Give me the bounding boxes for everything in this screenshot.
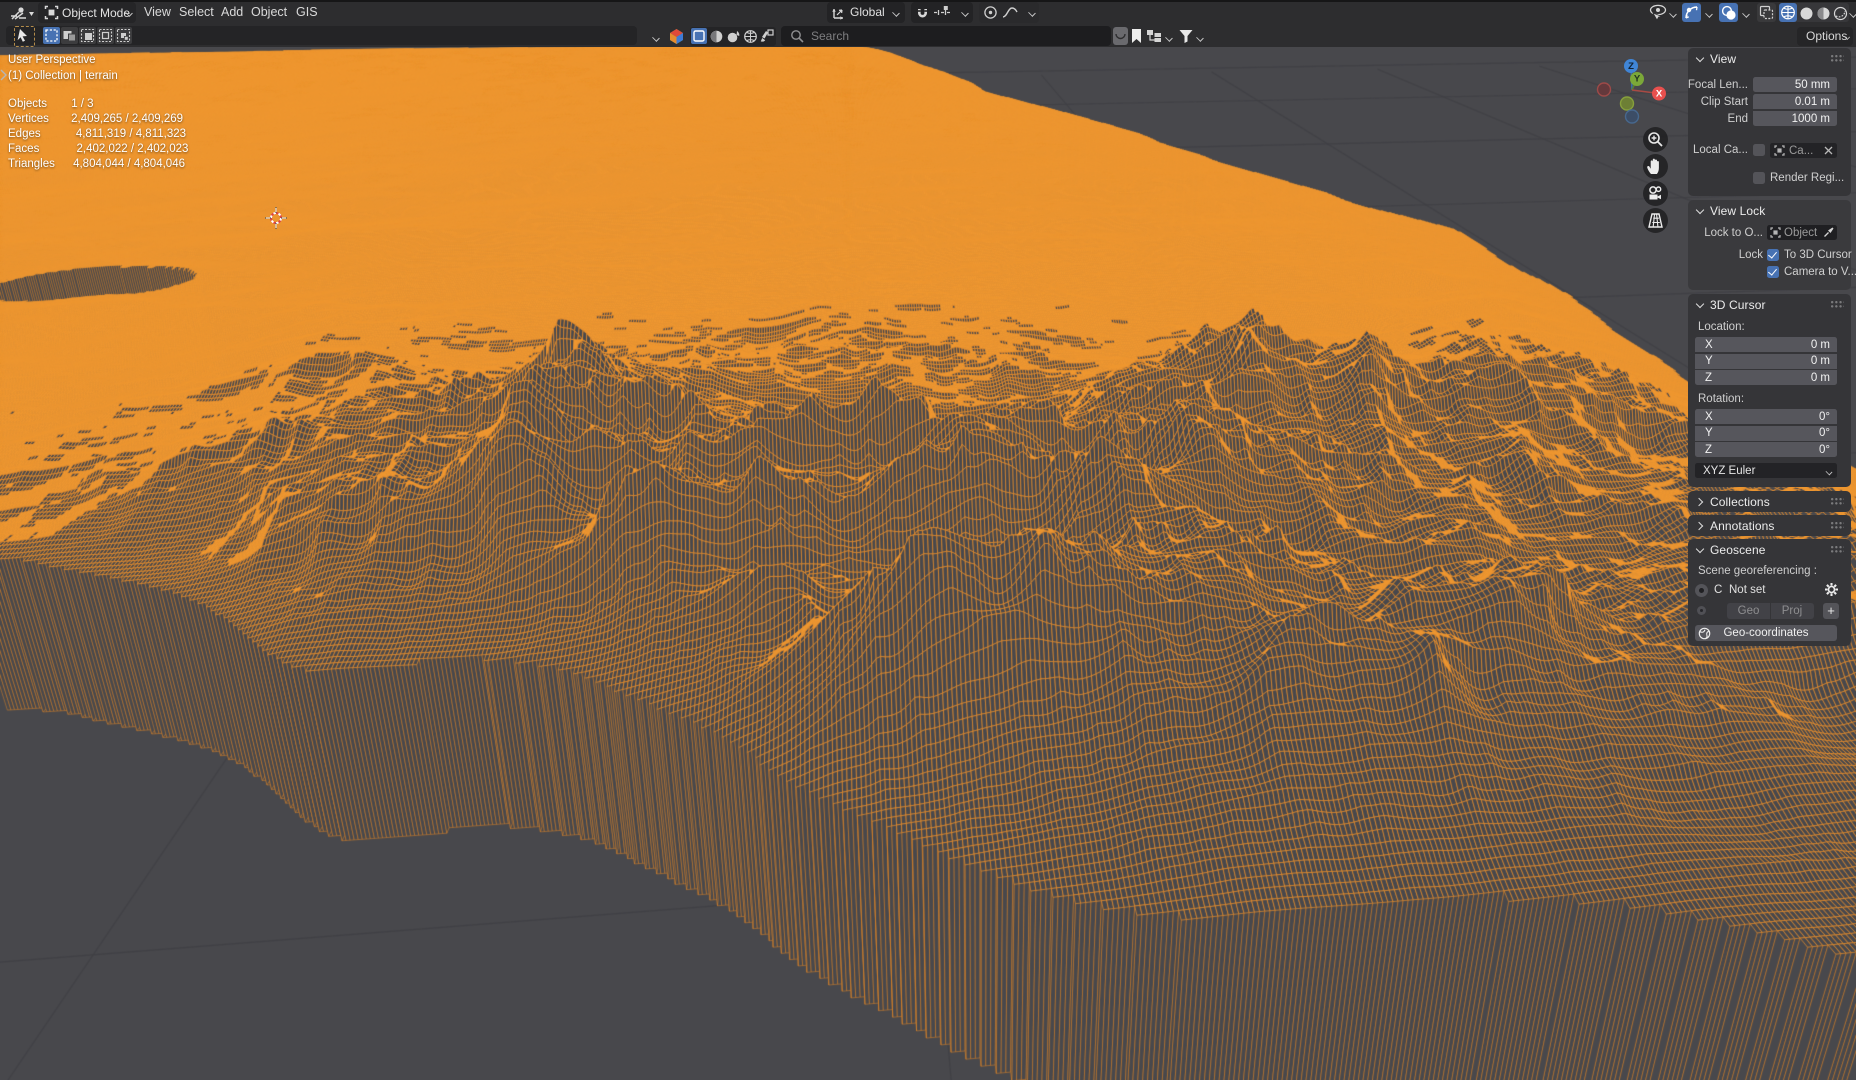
svg-text:Z: Z — [1628, 61, 1634, 72]
svg-text:Y: Y — [1634, 74, 1641, 85]
svg-text:X: X — [1656, 89, 1663, 100]
